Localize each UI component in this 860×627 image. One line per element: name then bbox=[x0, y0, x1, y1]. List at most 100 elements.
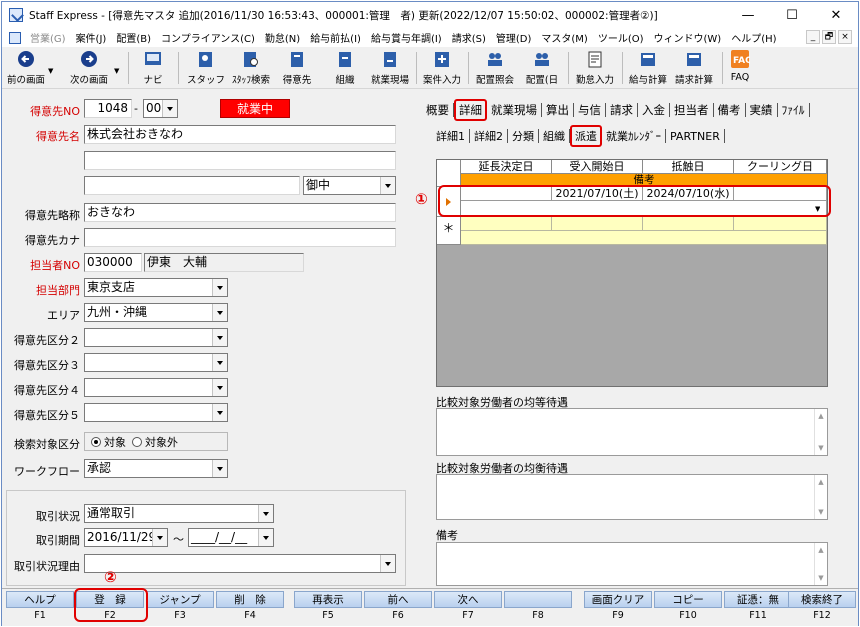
tab-credit[interactable]: 与信 bbox=[574, 102, 605, 118]
search-target-radio-on[interactable]: 対象 bbox=[91, 434, 126, 450]
trade-reason-select[interactable] bbox=[84, 554, 396, 573]
scrollbar[interactable]: ▲ ▼ bbox=[814, 475, 827, 519]
trade-to-date[interactable]: ____/__/__ bbox=[188, 528, 274, 547]
menu-window[interactable]: ウィンドウ(W) bbox=[649, 30, 727, 45]
person-no-field[interactable]: 030000 bbox=[84, 253, 142, 272]
tab-dispatch[interactable]: 派遣 bbox=[570, 125, 602, 147]
menu-master[interactable]: マスタ(M) bbox=[536, 30, 592, 45]
honorific-select[interactable]: 御中 bbox=[303, 176, 396, 195]
customer-name-field[interactable]: 株式会社おきなわ bbox=[84, 125, 396, 144]
forward-dropdown-icon[interactable]: ▼ bbox=[114, 67, 119, 75]
menu-admin[interactable]: 管理(D) bbox=[491, 30, 537, 45]
short-name-field[interactable]: おきなわ bbox=[84, 203, 396, 222]
workflow-select[interactable]: 承認 bbox=[84, 459, 228, 478]
f7-next-button[interactable]: 次へ F7 bbox=[434, 591, 502, 623]
close-button[interactable]: ✕ bbox=[814, 2, 858, 28]
f5-refresh-button[interactable]: 再表示 F5 bbox=[294, 591, 362, 623]
tab-detail2[interactable]: 詳細2 bbox=[470, 128, 507, 144]
column-header[interactable]: 受入開始日 bbox=[552, 160, 643, 174]
equal-treatment-textarea[interactable]: ▲ ▼ bbox=[436, 408, 828, 456]
worksite-button[interactable]: 就業現場 bbox=[368, 49, 412, 87]
customer-name-2-field[interactable] bbox=[84, 151, 396, 170]
faq-button[interactable]: FAQ FAQ bbox=[726, 49, 754, 87]
menu-compliance[interactable]: コンプライアンス(C) bbox=[156, 30, 260, 45]
menu-attendance[interactable]: 勤怠(N) bbox=[260, 30, 305, 45]
tab-work-calendar[interactable]: 就業ｶﾚﾝﾀﾞｰ bbox=[602, 128, 665, 144]
f8-button[interactable]: F8 bbox=[504, 591, 572, 623]
column-header[interactable]: クーリング日 bbox=[734, 160, 827, 174]
search-target-radio-off[interactable]: 対象外 bbox=[132, 434, 178, 450]
menu-help[interactable]: ヘルプ(H) bbox=[726, 30, 781, 45]
column-header[interactable]: 抵触日 bbox=[643, 160, 734, 174]
tab-detail[interactable]: 詳細 bbox=[454, 99, 487, 121]
dept-select[interactable]: 東京支店 bbox=[84, 278, 228, 297]
kana-field[interactable] bbox=[84, 228, 396, 247]
organization-button[interactable]: 組織 bbox=[328, 49, 362, 87]
trade-from-date[interactable]: 2016/11/29 bbox=[84, 528, 168, 547]
tab-person[interactable]: 担当者 bbox=[670, 102, 713, 118]
tab-worksite[interactable]: 就業現場 bbox=[487, 102, 541, 118]
menu-billing[interactable]: 請求(S) bbox=[447, 30, 491, 45]
menu-assignment[interactable]: 配置(B) bbox=[111, 30, 156, 45]
tab-payment[interactable]: 入金 bbox=[638, 102, 669, 118]
payroll-button[interactable]: 給与計算 bbox=[626, 49, 670, 87]
trade-status-select[interactable]: 通常取引 bbox=[84, 504, 274, 523]
attendance-input-button[interactable]: 勤怠入力 bbox=[572, 49, 618, 87]
menu-payroll[interactable]: 給与賞与年調(I) bbox=[366, 30, 447, 45]
tab-organization[interactable]: 組織 bbox=[539, 128, 569, 144]
maximize-button[interactable]: ☐ bbox=[770, 2, 814, 28]
f9-clear-button[interactable]: 画面クリア F9 bbox=[584, 591, 652, 623]
billing-button[interactable]: 請求計算 bbox=[672, 49, 716, 87]
customer-button[interactable]: 得意先 bbox=[278, 49, 316, 87]
memo-textarea[interactable]: ▲ ▼ bbox=[436, 542, 828, 586]
back-dropdown-icon[interactable]: ▼ bbox=[48, 67, 53, 75]
grid-new-cell[interactable] bbox=[734, 217, 827, 231]
tab-partner[interactable]: PARTNER bbox=[666, 130, 724, 143]
scrollbar[interactable]: ▲ ▼ bbox=[814, 409, 827, 455]
f11-voucher-button[interactable]: 証憑：無 F11 bbox=[724, 591, 792, 623]
customer-name-3-field[interactable] bbox=[84, 176, 300, 195]
tab-classification[interactable]: 分類 bbox=[508, 128, 538, 144]
balance-treatment-textarea[interactable]: ▲ ▼ bbox=[436, 474, 828, 520]
menu-cases[interactable]: 案件(J) bbox=[71, 30, 112, 45]
tab-detail1[interactable]: 詳細1 bbox=[432, 128, 469, 144]
class4-select[interactable] bbox=[84, 378, 228, 397]
grid-new-cell[interactable] bbox=[552, 217, 643, 231]
branch-no-select[interactable]: 000 bbox=[143, 99, 178, 118]
f4-delete-button[interactable]: 削 除 F4 bbox=[216, 591, 284, 623]
f12-exit-search-button[interactable]: 検索終了 F12 bbox=[788, 591, 856, 623]
scrollbar[interactable]: ▲ ▼ bbox=[814, 543, 827, 585]
f3-jump-button[interactable]: ジャンプ F3 bbox=[146, 591, 214, 623]
forward-button[interactable]: 次の画面 bbox=[64, 49, 114, 87]
f10-copy-button[interactable]: コピー F10 bbox=[654, 591, 722, 623]
area-select[interactable]: 九州・沖縄 bbox=[84, 303, 228, 322]
grid-new-cell[interactable] bbox=[461, 217, 552, 231]
staff-search-button[interactable]: ｽﾀｯﾌ検索 bbox=[228, 49, 274, 87]
case-input-button[interactable]: 案件入力 bbox=[420, 49, 464, 87]
tab-remarks[interactable]: 備考 bbox=[714, 102, 745, 118]
mdi-close-button[interactable]: × bbox=[838, 30, 852, 44]
mdi-minimize-button[interactable]: _ bbox=[806, 30, 820, 44]
assignment-daily-button[interactable]: 配置(日 bbox=[522, 49, 562, 87]
f6-prev-button[interactable]: 前へ F6 bbox=[364, 591, 432, 623]
class3-select[interactable] bbox=[84, 353, 228, 372]
class5-select[interactable] bbox=[84, 403, 228, 422]
class2-select[interactable] bbox=[84, 328, 228, 347]
mdi-restore-button[interactable]: 🗗 bbox=[822, 30, 836, 44]
assignment-inquiry-button[interactable]: 配置照会 bbox=[472, 49, 518, 87]
menu-tools[interactable]: ツール(O) bbox=[593, 30, 649, 45]
customer-no-field[interactable]: 1048 bbox=[84, 99, 132, 118]
menu-advance-pay[interactable]: 給与前払(I) bbox=[305, 30, 366, 45]
minimize-button[interactable]: — bbox=[726, 2, 770, 28]
menu-sales[interactable]: 営業(G) bbox=[25, 30, 71, 45]
tab-file[interactable]: ﾌｧｲﾙ bbox=[778, 102, 809, 118]
back-button[interactable]: 前の画面 bbox=[4, 49, 48, 87]
staff-button[interactable]: スタッフ bbox=[186, 49, 226, 87]
grid-new-cell[interactable] bbox=[643, 217, 734, 231]
f1-help-button[interactable]: ヘルプ F1 bbox=[6, 591, 74, 623]
tab-results[interactable]: 実績 bbox=[746, 102, 777, 118]
navi-button[interactable]: ナビ bbox=[136, 49, 170, 87]
tab-calculation[interactable]: 算出 bbox=[542, 102, 573, 118]
tab-overview[interactable]: 概要 bbox=[422, 102, 453, 118]
grid-new-remarks-cell[interactable] bbox=[461, 231, 827, 245]
